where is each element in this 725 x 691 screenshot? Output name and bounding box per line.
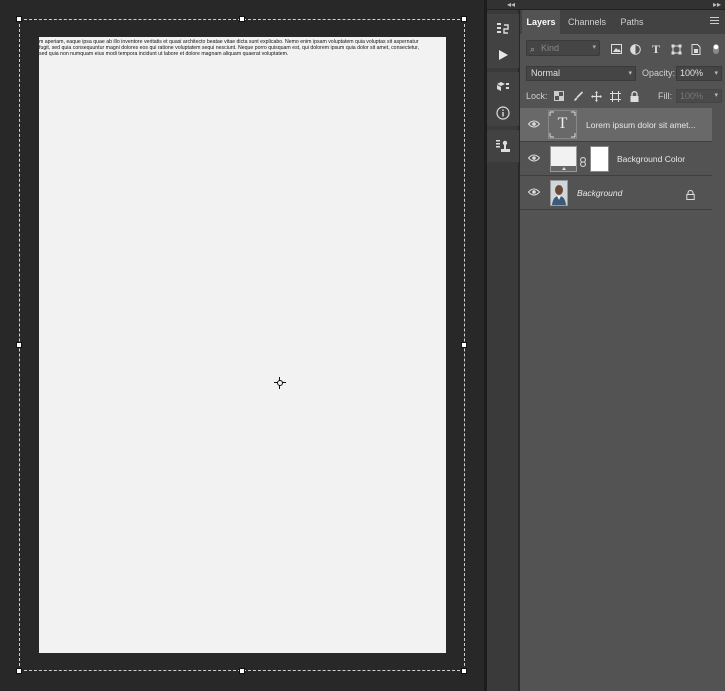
tab-paths[interactable]: Paths: [614, 10, 650, 34]
visibility-eye-icon[interactable]: [528, 119, 540, 129]
type-filter-icon[interactable]: T: [650, 42, 662, 56]
clone-source-icon[interactable]: [495, 138, 511, 154]
panel-group: [487, 72, 519, 126]
filter-kind-label: Kind: [541, 43, 560, 53]
search-icon: ⌕: [530, 44, 536, 54]
lock-image-pixels-icon[interactable]: [572, 90, 584, 102]
opacity-label: Opacity:: [642, 68, 676, 78]
lock-all-icon[interactable]: [628, 90, 640, 102]
opacity-field[interactable]: 100% ▾: [676, 66, 722, 81]
layer-row-text[interactable]: T Lorem ipsum dolor sit amet...: [520, 108, 712, 142]
lock-transparent-pixels-icon[interactable]: [553, 90, 565, 102]
smart-object-filter-icon[interactable]: [690, 43, 702, 55]
fill-layer-thumbnail-icon: [550, 146, 577, 172]
fill-label: Fill:: [658, 91, 672, 101]
expand-panels-icon[interactable]: ▸▸: [713, 0, 721, 9]
filter-kind-select[interactable]: ⌕ Kind ▾: [526, 40, 600, 56]
link-chain-icon[interactable]: [580, 154, 586, 167]
filter-toggle-icon[interactable]: [710, 43, 722, 55]
panel-tabs: Layers Channels Paths: [520, 10, 725, 34]
info-icon[interactable]: [495, 105, 511, 121]
portrait-photo-thumbnail: [550, 180, 568, 206]
chevron-down-icon: ▾: [628, 70, 632, 77]
chevron-down-icon: ▾: [592, 44, 596, 51]
layer-row-background-color[interactable]: Background Color: [520, 142, 712, 176]
tab-layers[interactable]: Layers: [522, 10, 560, 34]
actions-play-icon[interactable]: [495, 47, 511, 63]
fill-field[interactable]: 100% ▾: [676, 89, 722, 103]
photoshop-window: m aperiam, eaque ipsa quae ab illo inven…: [0, 0, 725, 691]
text-layer-glyph: T: [557, 115, 568, 132]
transform-handle-top-right[interactable]: [461, 16, 467, 22]
chevron-down-icon: ▾: [714, 92, 718, 99]
panel-group: [487, 14, 519, 68]
layer-name-text[interactable]: Lorem ipsum dolor sit amet...: [586, 108, 696, 142]
opacity-value: 100%: [680, 68, 704, 78]
blend-mode-row: Normal ▾ Opacity: 100% ▾: [520, 64, 725, 84]
lock-label: Lock:: [526, 91, 548, 101]
panel-menu-icon[interactable]: [710, 17, 719, 25]
visibility-eye-icon[interactable]: [528, 153, 540, 163]
transform-handle-bottom-left[interactable]: [16, 668, 22, 674]
lock-artboard-icon[interactable]: [609, 90, 621, 102]
layer-name-background-color[interactable]: Background Color: [617, 142, 685, 176]
layer-locked-icon[interactable]: [686, 187, 696, 200]
shape-filter-icon[interactable]: [670, 43, 682, 55]
layers-list: T Lorem ipsum dolor sit amet... Backgrou…: [520, 108, 725, 210]
transform-handle-bottom[interactable]: [239, 668, 245, 674]
collapsed-panels-strip: [487, 10, 519, 691]
chevron-down-icon: ▾: [714, 70, 718, 77]
layer-mask-thumbnail-icon[interactable]: [590, 146, 609, 172]
blend-mode-value: Normal: [531, 68, 561, 78]
layer-name-background[interactable]: Background: [577, 176, 622, 210]
lock-position-icon[interactable]: [590, 90, 602, 102]
blend-mode-select[interactable]: Normal ▾: [526, 66, 636, 81]
collapse-panels-icon[interactable]: ◂◂: [507, 0, 515, 9]
properties-icon[interactable]: [495, 79, 511, 95]
panel-dock-header: ◂◂ ▸▸: [487, 0, 725, 10]
fill-value: 100%: [680, 91, 704, 101]
panel-group: [487, 130, 519, 162]
transform-handle-right[interactable]: [461, 342, 467, 348]
transform-handle-top[interactable]: [239, 16, 245, 22]
adjustment-filter-icon[interactable]: [629, 43, 641, 55]
history-icon[interactable]: [495, 21, 511, 37]
transform-handle-bottom-right[interactable]: [461, 668, 467, 674]
transform-handle-left[interactable]: [16, 342, 22, 348]
layer-row-background[interactable]: Background: [520, 176, 712, 210]
text-layer-thumbnail-icon: T: [548, 110, 577, 139]
transform-handle-top-left[interactable]: [16, 16, 22, 22]
layer-filter-row: ⌕ Kind ▾ T: [520, 38, 725, 60]
lock-row: Lock: Fill: 100% ▾: [520, 87, 725, 105]
visibility-eye-icon[interactable]: [528, 187, 540, 197]
tab-channels[interactable]: Channels: [562, 10, 612, 34]
layers-panel: Layers Channels Paths ⌕ Kind ▾ T Normal …: [520, 10, 725, 691]
transform-bounding-box[interactable]: [19, 19, 465, 671]
canvas-area[interactable]: m aperiam, eaque ipsa quae ab illo inven…: [0, 0, 484, 691]
image-filter-icon[interactable]: [610, 43, 622, 55]
